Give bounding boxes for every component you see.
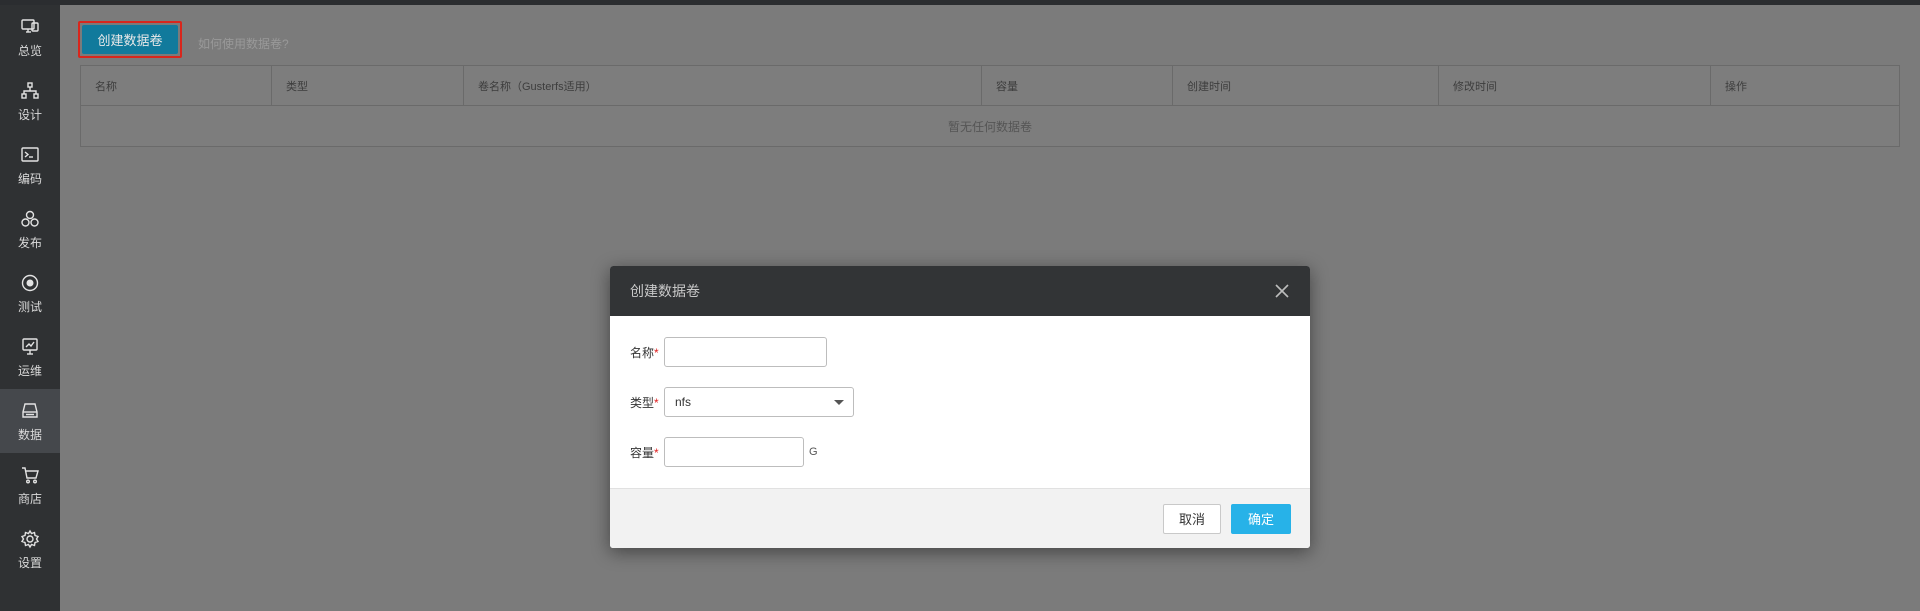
terminal-icon [19, 144, 41, 166]
sidebar: 总览 设计 编码 发布 测试 运维 数据 商店 设置 [0, 5, 60, 611]
sidebar-item-overview[interactable]: 总览 [0, 5, 60, 69]
type-row: 类型* nfs [630, 387, 854, 417]
table-header: 名称 类型 卷名称（Gusterfs适用） 容量 创建时间 修改时间 操作 [81, 66, 1899, 106]
dialog-footer: 取消 确定 [610, 488, 1310, 548]
capacity-row: 容量* G [630, 437, 818, 467]
column-header-capacity: 容量 [981, 66, 1172, 105]
cart-icon [19, 464, 41, 486]
name-label-text: 名称 [630, 345, 655, 360]
column-header-created: 创建时间 [1172, 66, 1438, 105]
target-icon [19, 272, 41, 294]
dialog-title: 创建数据卷 [630, 283, 700, 299]
monitor-chart-icon [19, 336, 41, 358]
sidebar-item-data[interactable]: 数据 [0, 389, 60, 453]
cancel-button[interactable]: 取消 [1163, 503, 1221, 534]
capacity-label-text: 容量 [630, 445, 655, 460]
dialog-body: 名称* 类型* nfs 容量* G [610, 316, 1310, 488]
sidebar-item-label: 运维 [17, 363, 42, 378]
sidebar-item-label: 设置 [17, 555, 42, 570]
column-header-modified: 修改时间 [1438, 66, 1710, 105]
sidebar-item-store[interactable]: 商店 [0, 453, 60, 517]
capacity-label: 容量* [630, 444, 660, 461]
create-volume-button[interactable]: 创建数据卷 [82, 25, 178, 54]
monitor-icon [19, 16, 41, 38]
create-button-highlight: 创建数据卷 [78, 21, 182, 58]
capacity-input[interactable] [664, 437, 804, 467]
sitemap-icon [19, 80, 41, 102]
cubes-icon [19, 208, 41, 230]
column-header-type: 类型 [271, 66, 463, 105]
database-icon [19, 400, 41, 422]
type-select-value: nfs [675, 395, 692, 409]
required-mark: * [654, 345, 659, 360]
chevron-down-icon [834, 399, 844, 405]
required-mark: * [654, 395, 659, 410]
required-mark: * [654, 445, 659, 460]
type-label-text: 类型 [630, 395, 655, 410]
sidebar-item-label: 总览 [17, 43, 42, 58]
name-row: 名称* [630, 337, 827, 367]
type-select[interactable]: nfs [664, 387, 854, 417]
create-volume-dialog: 创建数据卷 名称* 类型* nfs 容量* G 取消 确定 [610, 266, 1310, 548]
name-label: 名称* [630, 344, 660, 361]
column-header-volume-name: 卷名称（Gusterfs适用） [463, 66, 981, 105]
column-header-actions: 操作 [1710, 66, 1899, 105]
sidebar-item-test[interactable]: 测试 [0, 261, 60, 325]
gear-icon [19, 528, 41, 550]
sidebar-item-publish[interactable]: 发布 [0, 197, 60, 261]
dialog-header: 创建数据卷 [610, 266, 1310, 316]
sidebar-item-label: 数据 [17, 427, 42, 442]
sidebar-item-label: 设计 [17, 107, 42, 122]
sidebar-item-ops[interactable]: 运维 [0, 325, 60, 389]
column-header-name: 名称 [95, 80, 117, 93]
sidebar-item-label: 发布 [17, 235, 42, 250]
help-link[interactable]: 如何使用数据卷? [198, 35, 289, 52]
sidebar-item-design[interactable]: 设计 [0, 69, 60, 133]
close-icon[interactable] [1272, 281, 1292, 301]
type-label: 类型* [630, 394, 660, 411]
name-input[interactable] [664, 337, 827, 367]
sidebar-item-label: 编码 [17, 171, 42, 186]
sidebar-item-label: 商店 [17, 491, 42, 506]
sidebar-item-settings[interactable]: 设置 [0, 517, 60, 581]
sidebar-item-code[interactable]: 编码 [0, 133, 60, 197]
volume-table: 名称 类型 卷名称（Gusterfs适用） 容量 创建时间 修改时间 操作 暂无… [80, 65, 1900, 147]
empty-table-message: 暂无任何数据卷 [947, 119, 1032, 134]
capacity-unit: G [809, 446, 818, 458]
confirm-button[interactable]: 确定 [1231, 503, 1291, 534]
sidebar-item-label: 测试 [17, 299, 42, 314]
